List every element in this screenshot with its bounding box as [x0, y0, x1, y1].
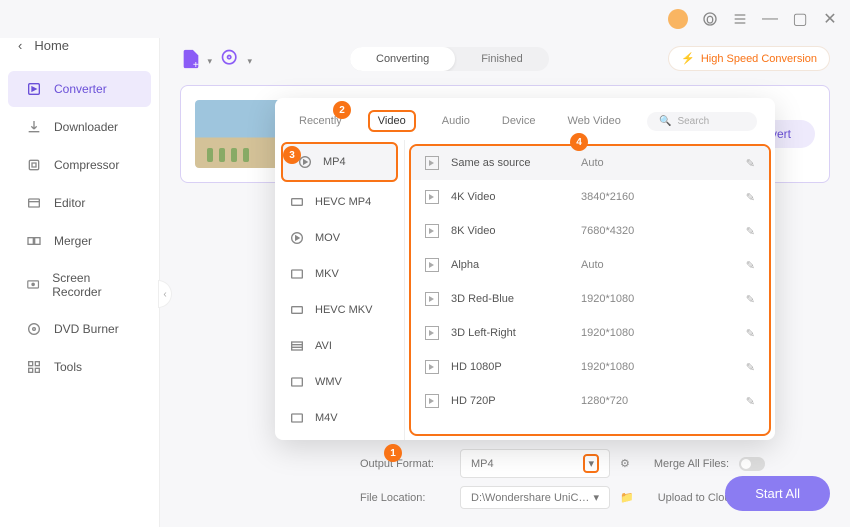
video-icon	[425, 258, 439, 272]
chevron-left-icon: ‹	[18, 38, 22, 53]
sidebar-item-dvd-burner[interactable]: DVD Burner	[8, 311, 151, 347]
resolution-list: Same as sourceAuto✎ 4K Video3840*2160✎ 8…	[409, 144, 771, 436]
search-icon: 🔍	[659, 116, 671, 127]
popup-tab-web-video[interactable]: Web Video	[562, 112, 627, 130]
folder-icon[interactable]: 📁	[620, 491, 634, 504]
sidebar-item-downloader[interactable]: Downloader	[8, 109, 151, 145]
sidebar: ‹ Home Converter Downloader Compressor E…	[0, 38, 160, 527]
sidebar-item-tools[interactable]: Tools	[8, 349, 151, 385]
step-badge-3: 3	[283, 146, 301, 164]
resolution-3d-left-right[interactable]: 3D Left-Right1920*1080✎	[411, 316, 769, 350]
format-list: MP4 HEVC MP4 MOV MKV HEVC MKV AVI WMV M4…	[275, 140, 405, 440]
format-hevc-mp4[interactable]: HEVC MP4	[275, 184, 404, 220]
edit-icon[interactable]: ✎	[746, 361, 755, 374]
resolution-hd-720p[interactable]: HD 720P1280*720✎	[411, 384, 769, 418]
resolution-same-as-source[interactable]: Same as sourceAuto✎	[411, 146, 769, 180]
video-icon	[425, 190, 439, 204]
support-icon[interactable]	[702, 11, 718, 27]
settings-icon[interactable]: ⚙	[620, 457, 630, 470]
sidebar-item-merger[interactable]: Merger	[8, 223, 151, 259]
resolution-4k[interactable]: 4K Video3840*2160✎	[411, 180, 769, 214]
edit-icon[interactable]: ✎	[746, 225, 755, 238]
format-hevc-mkv[interactable]: HEVC MKV	[275, 292, 404, 328]
video-icon	[425, 292, 439, 306]
format-mov[interactable]: MOV	[275, 220, 404, 256]
edit-icon[interactable]: ✎	[746, 293, 755, 306]
resolution-8k[interactable]: 8K Video7680*4320✎	[411, 214, 769, 248]
add-dvd-button[interactable]: ▾	[220, 48, 242, 70]
step-badge-2: 2	[333, 101, 351, 119]
sidebar-item-converter[interactable]: Converter	[8, 71, 151, 107]
svg-text:+: +	[193, 60, 199, 70]
step-badge-4: 4	[570, 133, 588, 151]
sidebar-item-editor[interactable]: Editor	[8, 185, 151, 221]
add-file-button[interactable]: +▾	[180, 48, 202, 70]
format-wmv[interactable]: WMV	[275, 364, 404, 400]
format-search-input[interactable]: 🔍Search	[647, 112, 757, 131]
edit-icon[interactable]: ✎	[746, 327, 755, 340]
video-icon	[425, 326, 439, 340]
edit-icon[interactable]: ✎	[746, 157, 755, 170]
video-icon	[425, 224, 439, 238]
resolution-alpha[interactable]: AlphaAuto✎	[411, 248, 769, 282]
merge-label: Merge All Files:	[654, 458, 729, 470]
file-location-label: File Location:	[360, 492, 450, 504]
edit-icon[interactable]: ✎	[746, 191, 755, 204]
close-icon[interactable]: ✕	[822, 11, 838, 27]
merge-toggle[interactable]	[739, 457, 765, 471]
video-icon	[425, 394, 439, 408]
chevron-down-icon: ▾	[583, 454, 599, 473]
bolt-icon: ⚡	[681, 52, 695, 65]
menu-icon[interactable]	[732, 11, 748, 27]
output-format-label: Output Format:	[360, 458, 450, 470]
maximize-icon[interactable]: ▢	[792, 11, 808, 27]
format-popup: Recently Video Audio Device Web Video 🔍S…	[275, 98, 775, 440]
video-icon	[425, 156, 439, 170]
popup-tab-device[interactable]: Device	[496, 112, 542, 130]
start-all-button[interactable]: Start All	[725, 476, 830, 511]
resolution-hd-1080p[interactable]: HD 1080P1920*1080✎	[411, 350, 769, 384]
format-avi[interactable]: AVI	[275, 328, 404, 364]
back-button[interactable]: ‹ Home	[0, 38, 159, 69]
sidebar-item-compressor[interactable]: Compressor	[8, 147, 151, 183]
chevron-down-icon: ▾	[593, 491, 599, 504]
minimize-icon[interactable]: —	[762, 11, 778, 27]
edit-icon[interactable]: ✎	[746, 259, 755, 272]
segment-finished[interactable]: Finished	[455, 47, 549, 71]
status-segment: Converting Finished	[350, 47, 549, 71]
edit-icon[interactable]: ✎	[746, 395, 755, 408]
segment-converting[interactable]: Converting	[350, 47, 455, 71]
resolution-3d-red-blue[interactable]: 3D Red-Blue1920*1080✎	[411, 282, 769, 316]
file-location-select[interactable]: D:\Wondershare UniConverter 1▾	[460, 486, 610, 509]
format-m4v[interactable]: M4V	[275, 400, 404, 436]
avatar-icon[interactable]	[668, 9, 688, 29]
output-format-select[interactable]: MP4▾	[460, 449, 610, 478]
sidebar-item-screen-recorder[interactable]: Screen Recorder	[8, 261, 151, 309]
format-mkv[interactable]: MKV	[275, 256, 404, 292]
popup-tab-video[interactable]: Video	[368, 110, 416, 132]
popup-tab-audio[interactable]: Audio	[436, 112, 476, 130]
step-badge-1: 1	[384, 444, 402, 462]
back-label: Home	[34, 38, 69, 53]
high-speed-toggle[interactable]: ⚡High Speed Conversion	[668, 46, 830, 71]
video-icon	[425, 360, 439, 374]
